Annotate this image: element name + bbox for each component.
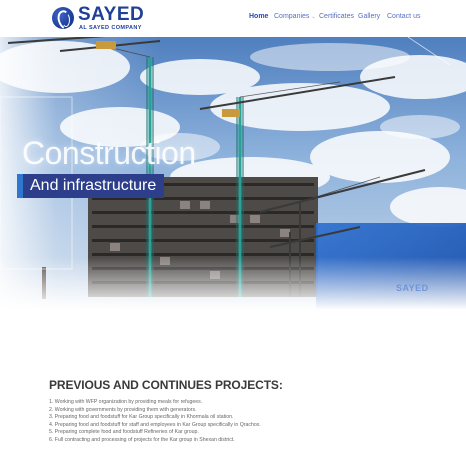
list-item: 2. Working with governments by providing… <box>49 406 197 413</box>
list-item: 3. Preparing food and foodstuff for Kar … <box>49 414 234 421</box>
list-item: 1. Working with WFP organization by prov… <box>49 399 203 405</box>
list-item: 6. Full contracting and processing of pr… <box>49 436 235 443</box>
hero-subtitle: And infrastructure <box>30 177 157 194</box>
hero-banner: Construction And infrastructure SAYED <box>0 37 466 310</box>
logo-mark-icon <box>52 7 74 29</box>
nav-contact-us[interactable]: Contact us <box>387 13 420 20</box>
nav-home[interactable]: Home <box>249 13 268 20</box>
projects-list: 1. Working with WFP organization by prov… <box>49 399 449 445</box>
nav-gallery[interactable]: Gallery <box>358 13 380 20</box>
hero-subtitle-accent <box>17 174 23 198</box>
chevron-down-icon: ⌄ <box>311 14 316 20</box>
list-item: 4. Preparing food and foodstuff for staf… <box>49 421 261 428</box>
hero-watermark: SAYED <box>396 283 429 293</box>
hero-title: Construction <box>22 135 196 171</box>
projects-section: PREVIOUS AND CONTINUES PROJECTS: 1. Work… <box>49 378 449 445</box>
nav-certificates[interactable]: Certificates <box>319 13 354 20</box>
projects-title: PREVIOUS AND CONTINUES PROJECTS: <box>49 378 283 392</box>
nav-companies-label: Companies <box>274 13 310 20</box>
site-header: SAYED AL SAYED COMPANY Home Companies ⌄ C… <box>0 0 466 37</box>
logo-subtitle: AL SAYED COMPANY <box>79 25 142 31</box>
list-item: 5. Preparing complete food and foodstuff… <box>49 429 199 436</box>
nav-companies[interactable]: Companies ⌄ <box>274 13 316 20</box>
site-logo[interactable]: SAYED AL SAYED COMPANY <box>52 4 152 32</box>
logo-name: SAYED <box>78 4 145 25</box>
